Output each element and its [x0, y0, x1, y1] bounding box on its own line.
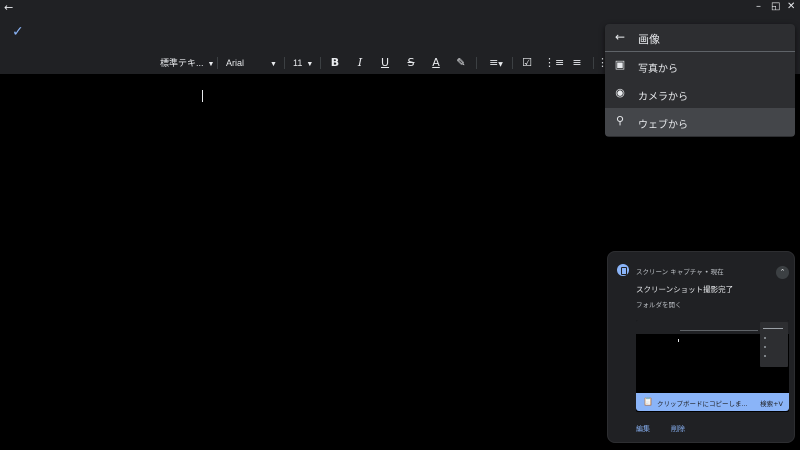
notification-source: スクリーン キャプチャ • 現在 — [636, 268, 724, 276]
arrow-left-icon[interactable]: ← — [615, 30, 625, 44]
align-left-icon[interactable]: ≡▼ — [486, 52, 506, 74]
chevron-up-icon[interactable]: ⌃ — [776, 266, 789, 279]
highlighter-icon[interactable]: ✎ — [453, 52, 469, 74]
thumbnail-cursor — [678, 339, 679, 342]
more-icon[interactable]: ⋮ — [597, 52, 608, 74]
divider — [320, 57, 321, 69]
clipboard-shortcut: 検索+V — [760, 400, 783, 408]
menu-item-from-photos[interactable]: ▣ 写真から — [605, 52, 795, 80]
image-insert-menu: ← 画像 ▣ 写真から ◉ カメラから ⚲ ウェブから — [605, 24, 795, 137]
text-cursor — [202, 90, 203, 102]
font-label: Arial — [226, 58, 245, 68]
strikethrough-button[interactable]: S — [403, 52, 419, 74]
arrow-left-icon[interactable]: ← — [4, 1, 13, 14]
copied-to-clipboard-banner[interactable]: 📋 クリップボードにコピーしま... 検索+V — [636, 393, 789, 411]
menu-item-label: 写真から — [638, 64, 678, 75]
menu-item-label: カメラから — [638, 92, 688, 103]
menu-title: 画像 — [638, 33, 660, 46]
thumbnail-dot — [764, 337, 766, 339]
title-bar: ← – ◱ ✕ — [0, 0, 800, 18]
divider — [217, 57, 218, 69]
camera-icon: ◉ — [615, 86, 625, 99]
divider — [512, 57, 513, 69]
edit-button[interactable]: 編集 — [636, 424, 650, 434]
checklist-icon[interactable]: ☑ — [519, 52, 535, 74]
font-dropdown[interactable]: Arial ▼ — [226, 52, 277, 74]
divider — [284, 57, 285, 69]
menu-item-from-camera[interactable]: ◉ カメラから — [605, 80, 795, 108]
formatting-toolbar: 標準テキ... ▼ Arial ▼ 11 ▼ B I U S A ✎ ≡▼ ☑ ⋮≡ … — [0, 52, 620, 74]
check-icon[interactable]: ✓ — [12, 24, 24, 40]
close-button[interactable]: ✕ — [787, 1, 795, 12]
font-size-dropdown[interactable]: 11 ▼ — [293, 52, 313, 74]
caret-down-icon: ▼ — [207, 61, 215, 68]
font-size-label: 11 — [293, 58, 303, 68]
screenshot-notification[interactable]: スクリーン キャプチャ • 現在 ⌃ スクリーンショット撮影完了 フォルダを開く… — [607, 251, 795, 443]
thumbnail-dot — [764, 355, 766, 357]
bold-button[interactable]: B — [327, 52, 343, 74]
clipboard-icon: 📋 — [643, 397, 653, 406]
divider — [593, 57, 594, 69]
delete-button[interactable]: 削除 — [671, 424, 685, 434]
search-icon: ⚲ — [615, 114, 625, 127]
restore-button[interactable]: ◱ — [771, 1, 780, 12]
menu-item-label: ウェブから — [638, 120, 688, 131]
numbered-list-icon[interactable]: ≡ — [569, 52, 585, 74]
caret-down-icon: ▼ — [270, 61, 277, 68]
thumbnail-toolbar-line — [680, 330, 758, 331]
caret-down-icon: ▼ — [306, 61, 314, 68]
minimize-button[interactable]: – — [756, 1, 761, 12]
bulleted-list-icon[interactable]: ⋮≡ — [544, 52, 564, 74]
menu-item-from-web[interactable]: ⚲ ウェブから — [605, 108, 795, 136]
divider — [476, 57, 477, 69]
clipboard-text: クリップボードにコピーしま... — [657, 400, 748, 408]
italic-button[interactable]: I — [352, 52, 368, 74]
open-folder-link[interactable]: フォルダを開く — [636, 299, 682, 309]
underline-button[interactable]: U — [377, 52, 393, 74]
screen-capture-icon — [617, 264, 629, 276]
text-color-button[interactable]: A — [428, 52, 444, 74]
paragraph-style-dropdown[interactable]: 標準テキ... ▼ — [160, 52, 214, 74]
menu-header: ← 画像 — [605, 24, 795, 52]
photo-icon: ▣ — [614, 58, 626, 71]
thumbnail-dot — [764, 346, 766, 348]
thumbnail-menu-line — [763, 328, 783, 329]
notification-title: スクリーンショット撮影完了 — [636, 285, 734, 294]
paragraph-style-label: 標準テキ... — [160, 58, 204, 68]
